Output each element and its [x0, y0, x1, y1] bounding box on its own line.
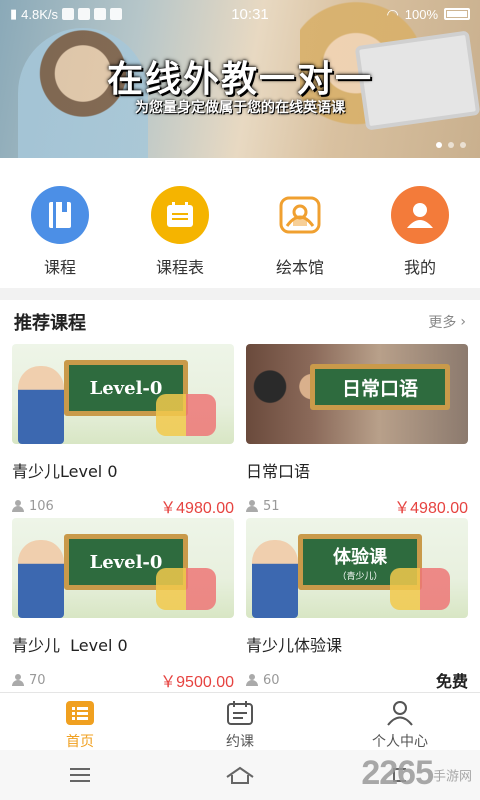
- user-icon: [391, 186, 449, 244]
- course-meta: 60 免费: [246, 668, 468, 692]
- tab-label: 个人中心: [372, 734, 428, 750]
- battery-percent: 100%: [404, 6, 438, 22]
- tab-label: 首页: [66, 734, 94, 750]
- notification-icon: [78, 8, 91, 20]
- status-left: ▮ 4.8K/s: [10, 6, 190, 22]
- course-card[interactable]: Level-0 青少儿Level 0 106 ￥4980.00: [12, 344, 234, 518]
- signal-icon: ▮: [10, 6, 18, 21]
- carousel-dot[interactable]: [436, 142, 442, 148]
- student-count: 51: [246, 499, 280, 514]
- category-label: 课程: [43, 258, 76, 277]
- kids-figure: [156, 568, 216, 610]
- chalkboard-subtitle: （青少儿）: [337, 571, 383, 582]
- schedule-icon: [151, 186, 209, 244]
- course-price: 免费: [435, 674, 468, 691]
- course-name: 青少儿体验课: [246, 636, 343, 655]
- teacher-figure: [18, 540, 64, 618]
- category-schedule[interactable]: 课程表: [120, 158, 240, 288]
- carousel-indicator: [436, 142, 466, 148]
- course-grid: Level-0 青少儿Level 0 106 ￥4980.00 日常口语 日常口…: [12, 344, 468, 692]
- tab-booking[interactable]: 约课: [160, 693, 320, 750]
- course-meta: 106 ￥4980.00: [12, 494, 234, 518]
- student-count-value: 51: [263, 498, 280, 514]
- kids-figure: [156, 394, 216, 436]
- hero-banner[interactable]: ▮ 4.8K/s 10:31 ◠ 100% 在线外教一对一 为您量身定做属于您的…: [0, 0, 480, 158]
- course-name: 日常口语: [246, 462, 311, 481]
- profile-icon: [386, 701, 414, 726]
- section-title: 推荐课程: [14, 313, 86, 334]
- book-icon: [31, 186, 89, 244]
- recommended-section: 推荐课程 更多 › Level-0 青少儿Level 0 106 ￥4980.0…: [0, 300, 480, 692]
- category-picture-book[interactable]: 绘本馆: [240, 158, 360, 288]
- category-nav: 课程 课程表 绘本馆 我的: [0, 158, 480, 288]
- course-meta: 70 ￥9500.00: [12, 668, 234, 692]
- more-link[interactable]: 更多 ›: [428, 312, 466, 332]
- battery-icon: [444, 8, 470, 20]
- person-icon: [12, 674, 24, 686]
- home-button[interactable]: [160, 750, 320, 800]
- chevron-right-icon: ›: [460, 314, 466, 330]
- notification-icon: [94, 8, 107, 20]
- student-count: 60: [246, 673, 280, 688]
- bottom-tab-bar: 首页 约课 个人中心: [0, 692, 480, 750]
- carousel-dot[interactable]: [448, 142, 454, 148]
- tab-profile[interactable]: 个人中心: [320, 693, 480, 750]
- course-thumbnail: Level-0: [12, 518, 234, 618]
- teacher-figure: [18, 366, 64, 444]
- wifi-icon: ◠: [386, 5, 399, 22]
- chalkboard: 日常口语: [310, 364, 450, 410]
- person-icon: [246, 500, 258, 512]
- network-speed: 4.8K/s: [21, 6, 59, 22]
- category-label: 绘本馆: [275, 258, 324, 277]
- course-card[interactable]: 日常口语 日常口语 51 ￥4980.00: [246, 344, 468, 518]
- teacher-figure: [252, 540, 298, 618]
- more-label: 更多: [428, 315, 457, 331]
- student-count: 70: [12, 673, 46, 688]
- carousel-dot[interactable]: [460, 142, 466, 148]
- banner-title: 在线外教一对一: [106, 59, 373, 100]
- home-icon: [226, 766, 254, 784]
- menu-icon: [70, 768, 90, 782]
- picture-book-icon: [271, 186, 329, 244]
- category-course[interactable]: 课程: [0, 158, 120, 288]
- course-card[interactable]: Level-0 青少儿 Level 0 70 ￥9500.00: [12, 518, 234, 692]
- course-thumbnail: 日常口语: [246, 344, 468, 444]
- watermark-suffix: 手游网: [432, 768, 472, 784]
- watermark-brand: 2265: [361, 754, 434, 792]
- course-thumbnail: 体验课 （青少儿）: [246, 518, 468, 618]
- section-header: 推荐课程 更多 ›: [0, 300, 480, 344]
- course-price: ￥9500.00: [160, 674, 234, 691]
- app-screen: ▮ 4.8K/s 10:31 ◠ 100% 在线外教一对一 为您量身定做属于您的…: [0, 0, 480, 800]
- status-right: ◠ 100%: [310, 6, 470, 23]
- status-bar: ▮ 4.8K/s 10:31 ◠ 100%: [0, 0, 480, 28]
- tab-home[interactable]: 首页: [0, 693, 160, 750]
- course-name: 青少儿Level 0: [12, 462, 118, 481]
- student-count-value: 106: [29, 498, 54, 514]
- student-count-value: 60: [263, 672, 280, 688]
- menu-button[interactable]: [0, 750, 160, 800]
- status-time: 10:31: [231, 5, 269, 23]
- kids-figure: [390, 568, 450, 610]
- notification-icon: [110, 8, 123, 20]
- home-list-icon: [66, 701, 94, 725]
- category-label: 我的: [403, 258, 436, 277]
- course-name: 青少儿 Level 0: [12, 636, 128, 655]
- tab-label: 约课: [226, 734, 254, 750]
- category-mine[interactable]: 我的: [360, 158, 480, 288]
- student-count: 106: [12, 499, 54, 514]
- student-count-value: 70: [29, 672, 46, 688]
- course-meta: 51 ￥4980.00: [246, 494, 468, 518]
- watermark: 2265手游网: [361, 754, 472, 793]
- course-price: ￥4980.00: [394, 500, 468, 517]
- person-icon: [246, 674, 258, 686]
- category-label: 课程表: [155, 258, 204, 277]
- chalkboard-title: 体验课: [333, 546, 387, 568]
- course-thumbnail: Level-0: [12, 344, 234, 444]
- course-card[interactable]: 体验课 （青少儿） 青少儿体验课 60 免费: [246, 518, 468, 692]
- course-price: ￥4980.00: [160, 500, 234, 517]
- calendar-icon: [226, 701, 254, 725]
- person-icon: [12, 500, 24, 512]
- notification-icon: [62, 8, 75, 20]
- banner-subtitle: 为您量身定做属于您的在线英语课: [135, 100, 345, 116]
